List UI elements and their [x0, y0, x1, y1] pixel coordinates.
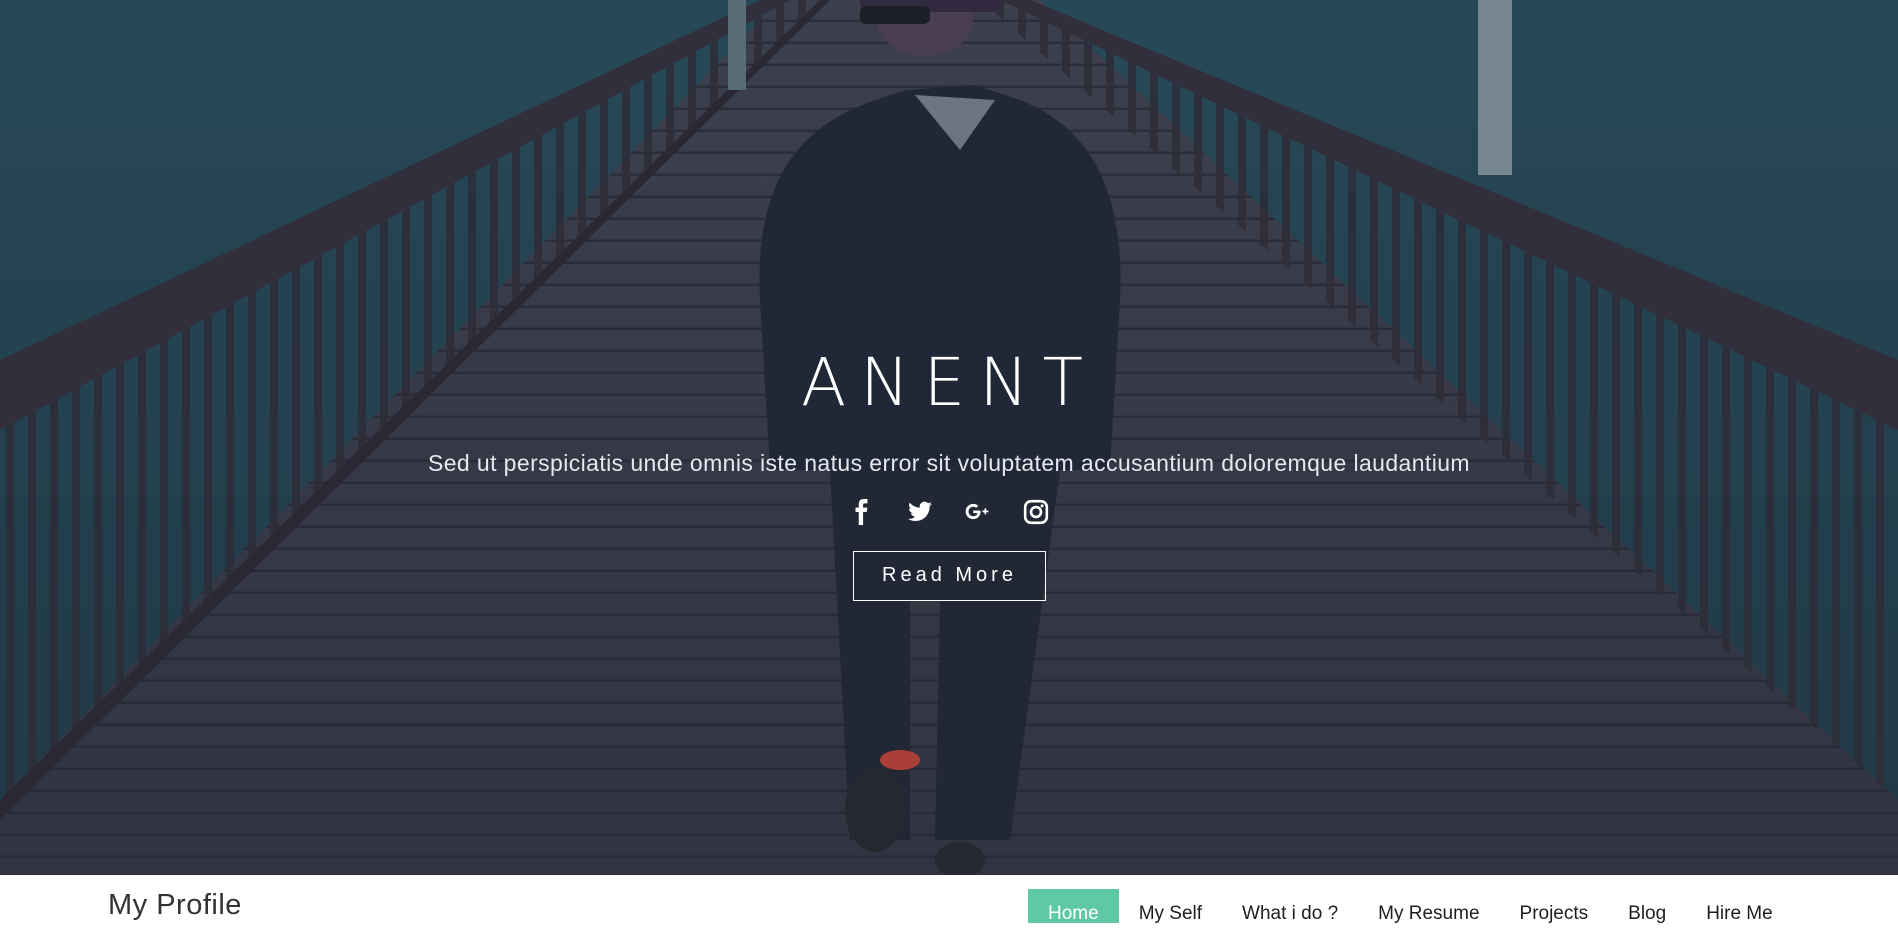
twitter-link[interactable]: [905, 497, 935, 527]
hero-subtitle: Sed ut perspiciatis unde omnis iste natu…: [428, 450, 1470, 476]
google-plus-link[interactable]: [963, 497, 993, 527]
nav-item-what-i-do[interactable]: What i do ?: [1222, 889, 1358, 924]
nav-menu: Home My Self What i do ? My Resume Proje…: [1028, 889, 1793, 924]
hero-title: ANENT: [801, 344, 1097, 421]
nav-item-my-resume[interactable]: My Resume: [1358, 889, 1499, 924]
instagram-icon: [1023, 499, 1049, 525]
hero-section: ANENT Sed ut perspiciatis unde omnis ist…: [0, 0, 1898, 875]
brand-logo[interactable]: My Profile: [108, 889, 242, 922]
nav-item-my-self[interactable]: My Self: [1119, 889, 1222, 924]
nav-item-home[interactable]: Home: [1028, 889, 1119, 924]
social-links: [0, 497, 1898, 527]
nav-item-blog[interactable]: Blog: [1608, 889, 1686, 924]
twitter-icon: [908, 501, 932, 521]
google-plus-icon: [965, 503, 989, 520]
read-more-button[interactable]: Read More: [853, 551, 1046, 601]
instagram-link[interactable]: [1021, 497, 1051, 527]
nav-item-hire-me[interactable]: Hire Me: [1686, 889, 1793, 924]
nav-item-projects[interactable]: Projects: [1500, 889, 1609, 924]
facebook-link[interactable]: [847, 497, 877, 527]
navbar: My Profile Home My Self What i do ? My R…: [0, 875, 1898, 924]
facebook-icon: [855, 499, 868, 525]
hero-background-image: [0, 0, 1898, 875]
